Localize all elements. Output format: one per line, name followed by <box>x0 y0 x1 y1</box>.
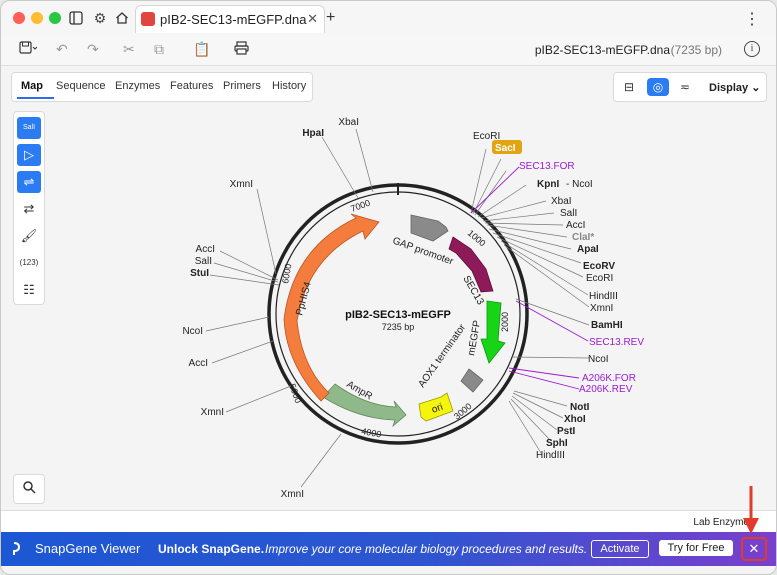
red-arrow-annotation <box>743 486 759 534</box>
close-banner-button[interactable]: ✕ <box>741 537 767 561</box>
plasmid-length: 7235 bp <box>382 322 415 332</box>
tick-2000: 2000 <box>500 312 510 332</box>
try-for-free-button[interactable]: Try for Free <box>659 540 733 556</box>
site-sphi: SphI <box>546 438 568 449</box>
primer-sec13-for: SEC13.FOR <box>519 161 575 172</box>
site-sali-right: SalI <box>560 208 577 219</box>
site-psti: PstI <box>557 426 576 437</box>
site-bamhi: BamHI <box>591 320 623 331</box>
site-acci-lower-left: AccI <box>189 358 208 369</box>
tick-1000: 1000 <box>466 228 488 249</box>
site-acci-right: AccI <box>566 220 585 231</box>
site-xhoi: XhoI <box>564 414 586 425</box>
site-apai: ApaI <box>577 244 599 255</box>
site-sali-left: SalI <box>195 256 212 267</box>
feature-aox1-terminator: AOX1 terminator <box>416 322 468 390</box>
site-xbai-left: XbaI <box>338 117 359 128</box>
site-ecori-right: EcoRI <box>586 273 613 284</box>
site-hindiii-bottom: HindIII <box>536 450 565 461</box>
tick-7000: 7000 <box>349 198 371 214</box>
tick-3000: 3000 <box>452 401 474 422</box>
site-ncoi-top: - NcoI <box>566 179 593 190</box>
banner-subtitle: Improve your core molecular biology proc… <box>265 542 588 556</box>
snapgene-logo-icon <box>11 541 27 560</box>
primer-sec13-rev: SEC13.REV <box>589 337 644 348</box>
app-name: SnapGene Viewer <box>35 541 141 556</box>
site-ncoi-right: NcoI <box>588 354 609 365</box>
tick-5000: 5000 <box>287 382 303 404</box>
plasmid-map[interactable]: 1000 2000 3000 4000 5000 6000 7000 GAP p… <box>1 1 776 510</box>
primer-a206k-for: A206K.FOR <box>582 373 636 384</box>
upgrade-banner: SnapGene Viewer Unlock SnapGene. Improve… <box>1 532 776 566</box>
site-hindiii-right: HindIII <box>589 291 618 302</box>
site-xmni-right: XmnI <box>590 303 613 314</box>
site-xmni-lower-left: XmnI <box>201 407 224 418</box>
site-kpni: KpnI <box>537 179 559 190</box>
primer-a206k-rev: A206K.REV <box>579 384 633 395</box>
aox1-terminator-arrow[interactable] <box>460 368 484 393</box>
snapgene-window: ⚙ pIB2-SEC13-mEGFP.dna ✕ + ⋮ ↶ ↷ ✂ ⧉ 📋 p… <box>0 0 777 575</box>
gap-promoter-arrow[interactable] <box>410 214 449 242</box>
tick-6000: 6000 <box>280 263 293 284</box>
site-xmni-bottom: XmnI <box>281 489 304 500</box>
status-footer: Lab Enzymes <box>1 510 776 533</box>
site-saci: SacI <box>495 143 516 154</box>
site-clai: ClaI* <box>572 232 594 243</box>
site-ecorv: EcoRV <box>583 261 615 272</box>
feature-gap-promoter: GAP promoter <box>391 235 455 267</box>
activate-button[interactable]: Activate <box>591 540 649 558</box>
unlock-text: Unlock SnapGene. <box>158 542 265 556</box>
feature-megfp: mEGFP <box>466 319 483 356</box>
site-stui: StuI <box>190 268 209 279</box>
site-hpai: HpaI <box>302 128 324 139</box>
site-ncoi-left: NcoI <box>182 326 203 337</box>
site-noti: NotI <box>570 402 590 413</box>
site-xmni-top-left: XmnI <box>230 179 253 190</box>
site-xbai-right: XbaI <box>551 196 572 207</box>
site-acci-left: AccI <box>196 244 215 255</box>
plasmid-name: pIB2-SEC13-mEGFP <box>345 309 451 321</box>
